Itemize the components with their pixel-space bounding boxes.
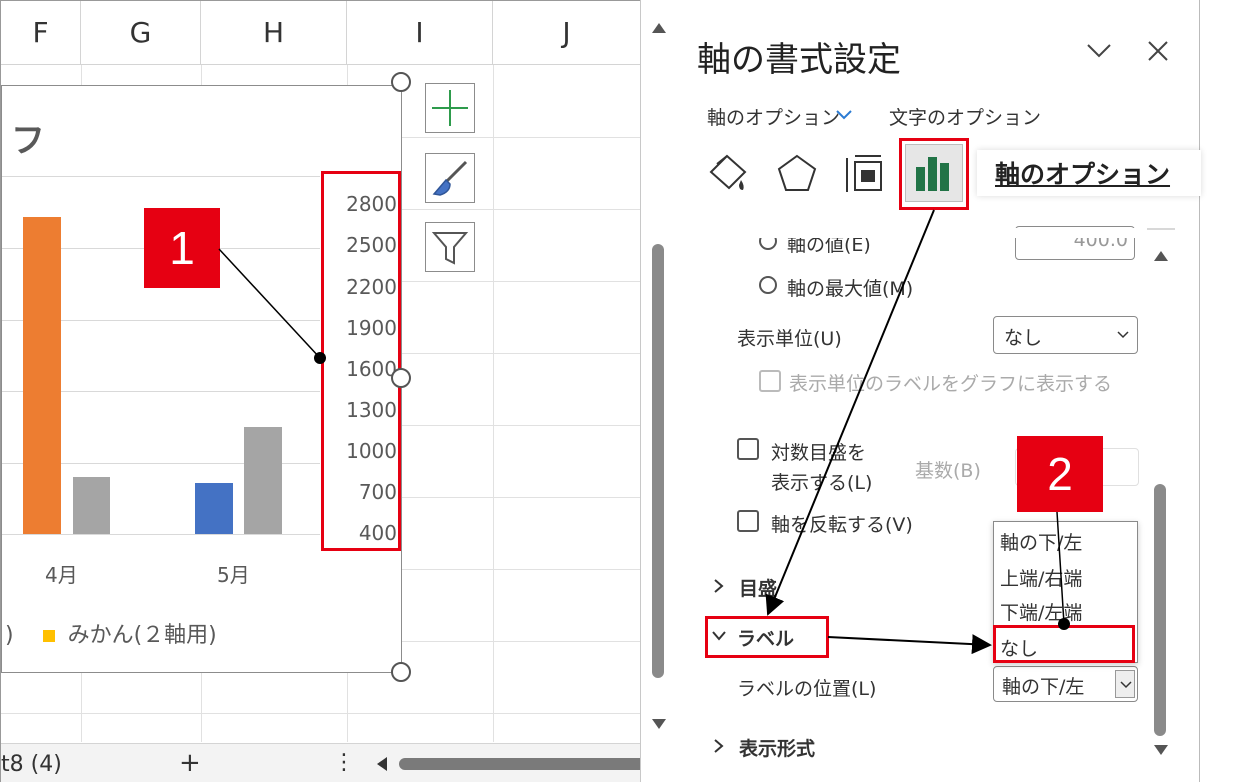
- annotation-arrows: [218, 209, 1070, 655]
